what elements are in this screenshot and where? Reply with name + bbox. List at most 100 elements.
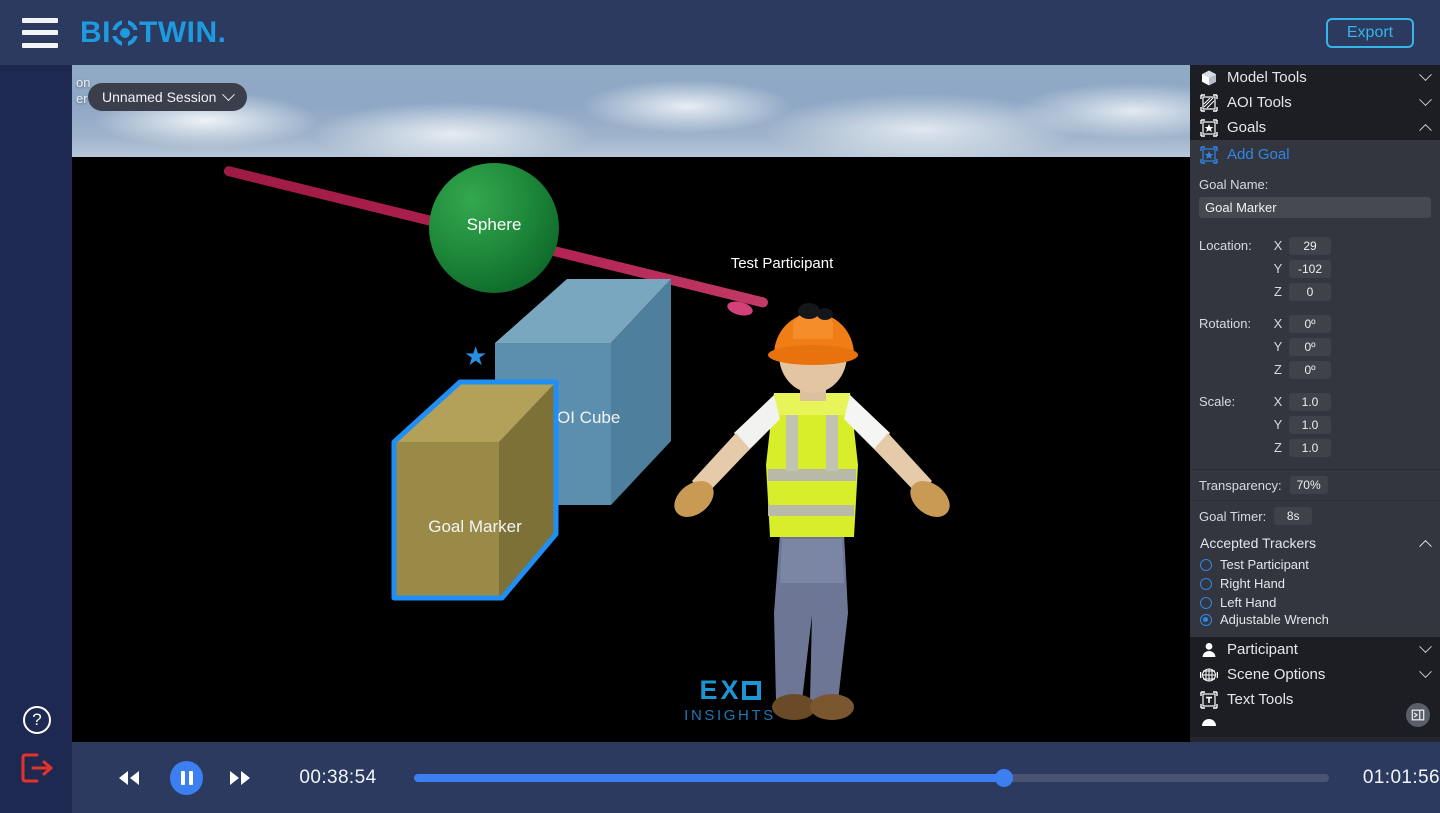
location-x-value[interactable]: 29 xyxy=(1289,236,1331,255)
scene-grid-icon xyxy=(1200,667,1218,682)
scale-y-value[interactable]: 1.0 xyxy=(1289,415,1331,434)
transparency-label: Transparency: xyxy=(1199,477,1282,493)
location-z-value[interactable]: 0 xyxy=(1289,282,1331,301)
add-goal-icon xyxy=(1200,145,1218,164)
radio-icon[interactable] xyxy=(1200,558,1212,571)
accepted-trackers-header[interactable]: Accepted Trackers xyxy=(1190,531,1440,555)
aoi-square-icon xyxy=(1200,93,1218,112)
logo-text-before: BI xyxy=(80,15,111,49)
app-root: BI TWIN . Export ? on er Unnamed Session… xyxy=(0,0,1440,813)
rotation-y-value[interactable]: 0º xyxy=(1289,337,1331,356)
panel-section-participant[interactable]: Participant xyxy=(1190,637,1440,662)
chevron-down-icon xyxy=(1419,640,1432,654)
tracker-option-right-hand[interactable]: Right Hand xyxy=(1190,574,1440,593)
axis-label-z: Z xyxy=(1274,284,1282,299)
watermark-brand: E X xyxy=(682,675,778,706)
logout-icon[interactable] xyxy=(20,752,54,784)
logo-target-icon xyxy=(110,17,140,48)
rotation-label: Rotation: xyxy=(1199,316,1252,331)
top-bar: BI TWIN . Export xyxy=(0,0,1440,65)
tracker-option-adjustable-wrench[interactable]: Adjustable Wrench xyxy=(1190,612,1440,631)
goal-timer-value[interactable]: 8s xyxy=(1274,507,1313,525)
location-y-value[interactable]: -102 xyxy=(1289,259,1331,278)
play-pause-button[interactable] xyxy=(170,760,204,795)
avatar-hard-hat-brim xyxy=(768,345,858,365)
chevron-down-icon xyxy=(1419,93,1432,107)
cube-icon xyxy=(1202,70,1216,85)
tools-panel: Model Tools AOI Tools Goals Add Goal Goa… xyxy=(1190,65,1440,742)
axis-label-x: X xyxy=(1273,316,1283,331)
fast-forward-button[interactable] xyxy=(225,763,255,793)
tracker-label: Adjustable Wrench xyxy=(1220,612,1329,627)
rewind-button[interactable] xyxy=(114,763,144,793)
transform-row: Z 1.0 xyxy=(1199,436,1431,459)
panel-section-label: Model Tools xyxy=(1227,69,1307,86)
radio-icon[interactable] xyxy=(1200,577,1212,590)
panel-section-partial-row[interactable] xyxy=(1190,712,1440,737)
panel-section-model-tools[interactable]: Model Tools xyxy=(1190,65,1440,90)
goal-timer-label: Goal Timer: xyxy=(1199,508,1267,524)
tracker-label: Right Hand xyxy=(1220,576,1286,591)
panel-section-label: Text Tools xyxy=(1227,691,1294,708)
panel-section-scene-options[interactable]: Scene Options xyxy=(1190,662,1440,687)
timeline-progress-fill xyxy=(413,773,1004,782)
pause-bar-right xyxy=(188,770,193,785)
goal-star-icon xyxy=(1200,118,1218,137)
goal-name-label: Goal Name: xyxy=(1199,177,1269,192)
watermark-letter-x: X xyxy=(720,675,740,705)
scene-object-goal-marker[interactable] xyxy=(391,379,559,601)
transform-row: Y -102 xyxy=(1199,257,1431,280)
goal-name-field-block: Goal Name: xyxy=(1190,169,1440,227)
scene-viewport[interactable]: on er Unnamed Session Sphere AOI Cube ★ … xyxy=(72,65,1190,742)
axis-label-y: Y xyxy=(1273,339,1283,354)
hamburger-bar xyxy=(22,30,58,35)
panel-section-text-tools[interactable]: Text Tools xyxy=(1190,687,1440,712)
chevron-up-icon xyxy=(1419,123,1432,137)
tracker-label: Left Hand xyxy=(1220,595,1277,610)
help-icon[interactable]: ? xyxy=(23,706,51,734)
transform-row: Z 0 xyxy=(1199,280,1431,303)
axis-label-x: X xyxy=(1273,238,1283,253)
avatar-vest-stripe-vert-left xyxy=(786,415,798,471)
hamburger-menu-icon[interactable] xyxy=(22,17,58,48)
scale-z-value[interactable]: 1.0 xyxy=(1289,438,1331,457)
tracker-label: Test Participant xyxy=(1220,557,1309,572)
tracker-option-test-participant[interactable]: Test Participant xyxy=(1190,555,1440,574)
avatar-boot-left xyxy=(772,694,816,720)
timeline-scrubber[interactable] xyxy=(413,768,1329,787)
transparency-value[interactable]: 70% xyxy=(1289,476,1328,494)
radio-icon[interactable] xyxy=(1200,596,1212,609)
radio-icon-selected[interactable] xyxy=(1200,613,1212,626)
transform-group-scale: Scale: X 1.0 Y 1.0 Z 1.0 xyxy=(1199,390,1431,459)
rotation-z-value[interactable]: 0º xyxy=(1289,360,1331,379)
scene-object-participant-avatar[interactable] xyxy=(662,283,962,723)
timeline-handle[interactable] xyxy=(994,768,1013,787)
session-selector[interactable]: Unnamed Session xyxy=(88,83,248,111)
watermark-subtitle: INSIGHTS xyxy=(684,707,776,724)
scale-x-value[interactable]: 1.0 xyxy=(1289,392,1331,411)
goal-name-input[interactable] xyxy=(1199,197,1431,218)
panel-section-label: Goals xyxy=(1227,119,1267,136)
chevron-down-icon xyxy=(222,87,236,101)
tracker-option-left-hand[interactable]: Left Hand xyxy=(1190,593,1440,612)
axis-label-x: X xyxy=(1273,394,1283,409)
panel-collapse-button[interactable] xyxy=(1406,703,1430,727)
goal-star-marker-icon: ★ xyxy=(464,341,488,371)
logo-text-after: TWIN xyxy=(139,15,218,49)
axis-label-y: Y xyxy=(1273,417,1283,432)
rotation-x-value[interactable]: 0º xyxy=(1289,314,1331,333)
chevron-down-icon xyxy=(1419,68,1432,82)
panel-section-label: Scene Options xyxy=(1227,666,1326,683)
panel-section-aoi-tools[interactable]: AOI Tools xyxy=(1190,90,1440,115)
panel-section-label: AOI Tools xyxy=(1227,94,1292,111)
current-time-label: 00:38:54 xyxy=(299,766,377,788)
axis-label-z: Z xyxy=(1274,362,1282,377)
export-button[interactable]: Export xyxy=(1326,18,1414,48)
panel-section-label: Participant xyxy=(1227,641,1298,658)
sky-backdrop xyxy=(72,65,1190,157)
chevron-down-icon xyxy=(1419,665,1432,679)
panel-collapse-icon xyxy=(1411,709,1425,721)
logo-center-dot xyxy=(120,27,130,38)
add-goal-button[interactable]: Add Goal xyxy=(1190,140,1440,169)
panel-section-goals[interactable]: Goals xyxy=(1190,115,1440,140)
